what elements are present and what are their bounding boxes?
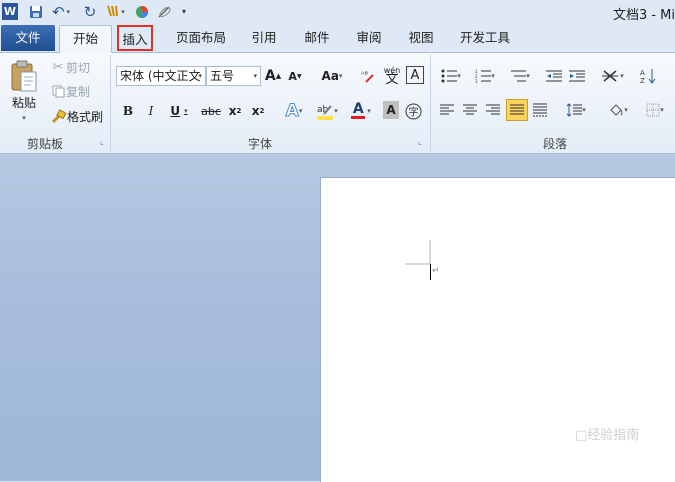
copy-icon[interactable] — [50, 83, 66, 99]
multilevel-list-icon[interactable]: ▾ — [505, 66, 535, 86]
borders-icon[interactable]: ▾ — [640, 100, 670, 120]
tab-home[interactable]: 开始 — [59, 25, 112, 53]
svg-text:A: A — [640, 69, 645, 77]
bold-icon[interactable]: B — [120, 101, 136, 121]
tab-mailings[interactable]: 邮件 — [299, 26, 335, 50]
save-icon[interactable] — [28, 3, 44, 20]
redo-icon[interactable]: ↻ — [82, 3, 98, 21]
paste-button[interactable]: 粘贴 — [6, 93, 42, 111]
font-group-label: 字体 — [248, 137, 273, 151]
cut-icon[interactable]: ✂ — [50, 59, 66, 75]
chevron-down-icon: ▾ — [198, 72, 202, 80]
align-left-icon[interactable] — [438, 100, 456, 120]
svg-text:ᴬᴮ: ᴬᴮ — [361, 70, 368, 79]
clear-format-icon[interactable]: ᴬᴮ — [360, 66, 378, 86]
tab-view[interactable]: 视图 — [403, 26, 439, 50]
font-color-icon[interactable]: A ▾ — [346, 99, 376, 123]
tab-developer[interactable]: 开发工具 — [455, 26, 515, 50]
bullets-icon[interactable]: ▾ — [436, 66, 466, 86]
tab-file[interactable]: 文件 — [1, 25, 55, 51]
chinese-layout-icon[interactable]: ▾ — [598, 66, 628, 86]
character-shading-icon[interactable]: A — [383, 101, 399, 119]
undo-icon[interactable]: ↶ ▾ — [50, 3, 72, 21]
highlight-icon[interactable]: ab ▾ — [312, 99, 342, 123]
paste-icon[interactable] — [6, 57, 42, 97]
align-right-icon[interactable] — [484, 100, 502, 120]
grow-font-icon[interactable]: A ▲ — [265, 66, 281, 86]
svg-text:字: 字 — [408, 105, 418, 118]
font-size-value: 五号 — [210, 69, 235, 83]
window-title: 文档3 - Mi — [612, 8, 675, 23]
cut-button[interactable]: 剪切 — [66, 59, 96, 75]
eraser-icon[interactable] — [156, 3, 172, 20]
justify-icon[interactable] — [506, 99, 528, 121]
distributed-icon[interactable] — [531, 100, 549, 120]
copy-button[interactable]: 复制 — [66, 83, 96, 99]
group-divider — [430, 55, 431, 151]
enclose-characters-icon[interactable]: 字 — [404, 101, 422, 121]
format-painter-button[interactable]: 格式刷 — [67, 108, 107, 124]
superscript-icon[interactable]: x2 — [249, 101, 267, 121]
watermark: □经验指南 — [575, 428, 640, 443]
decrease-indent-icon[interactable] — [545, 66, 563, 86]
font-family-select[interactable]: 宋体 (中文正文 ▾ — [116, 66, 206, 86]
text-cursor — [430, 264, 431, 280]
svg-text:Z: Z — [640, 77, 645, 84]
font-family-value: 宋体 (中文正文 — [120, 69, 201, 83]
color-icon[interactable] — [134, 3, 150, 20]
chevron-down-icon: ▾ — [253, 72, 257, 80]
ribbon: 粘贴 ▾ ✂ 剪切 复制 格式刷 剪贴板 ⌞ 宋体 (中文正文 ▾ 五号 ▾ A ▲ … — [0, 53, 675, 154]
paragraph-mark-icon: ↵ — [432, 266, 440, 276]
text-effects-icon[interactable]: A ▾ — [279, 99, 309, 123]
shading-icon[interactable]: ▾ — [603, 100, 633, 120]
clipboard-group-label: 剪贴板 — [27, 137, 64, 151]
format-painter-icon[interactable]: ▾ — [102, 3, 128, 20]
tab-review[interactable]: 审阅 — [351, 26, 387, 50]
change-case-label: Aa — [321, 69, 339, 83]
align-center-icon[interactable] — [461, 100, 479, 120]
paste-dropdown-icon[interactable]: ▾ — [18, 113, 30, 123]
group-divider — [110, 55, 111, 151]
character-border-icon[interactable]: A — [406, 66, 424, 84]
tab-references[interactable]: 引用 — [247, 26, 281, 50]
format-painter-brush-icon[interactable] — [50, 108, 66, 124]
word-icon[interactable]: W — [2, 3, 18, 20]
ribbon-tabs: 文件 开始 插入 页面布局 引用 邮件 审阅 视图 开发工具 — [0, 24, 675, 53]
strikethrough-icon[interactable]: abc — [200, 101, 222, 121]
clipboard-launcher-icon[interactable]: ⌞ — [100, 137, 109, 146]
phonetic-guide-icon[interactable]: wén 文 — [382, 62, 402, 88]
customize-icon[interactable]: ▾ — [178, 3, 190, 20]
paragraph-group-label: 段落 — [543, 137, 568, 151]
underline-icon[interactable]: U ▾ — [167, 101, 191, 121]
font-launcher-icon[interactable]: ⌞ — [418, 137, 427, 146]
title-bar: W ↶ ▾ ↻ ▾ ▾ 文档3 - Mi — [0, 0, 675, 24]
italic-icon[interactable]: I — [143, 101, 159, 121]
subscript-icon[interactable]: x2 — [226, 101, 244, 121]
increase-indent-icon[interactable] — [568, 66, 586, 86]
sort-icon[interactable]: AZ — [638, 66, 660, 86]
tab-insert[interactable]: 插入 — [117, 25, 153, 51]
shrink-font-icon[interactable]: A ▼ — [287, 66, 303, 86]
numbering-icon[interactable]: 1 2 3 ▾ — [470, 66, 500, 86]
tab-page-layout[interactable]: 页面布局 — [172, 26, 230, 50]
svg-text:3: 3 — [475, 79, 478, 83]
font-size-select[interactable]: 五号 ▾ — [206, 66, 261, 86]
line-spacing-icon[interactable]: ▾ — [562, 100, 590, 120]
change-case-button[interactable]: Aa ▾ — [318, 66, 346, 86]
